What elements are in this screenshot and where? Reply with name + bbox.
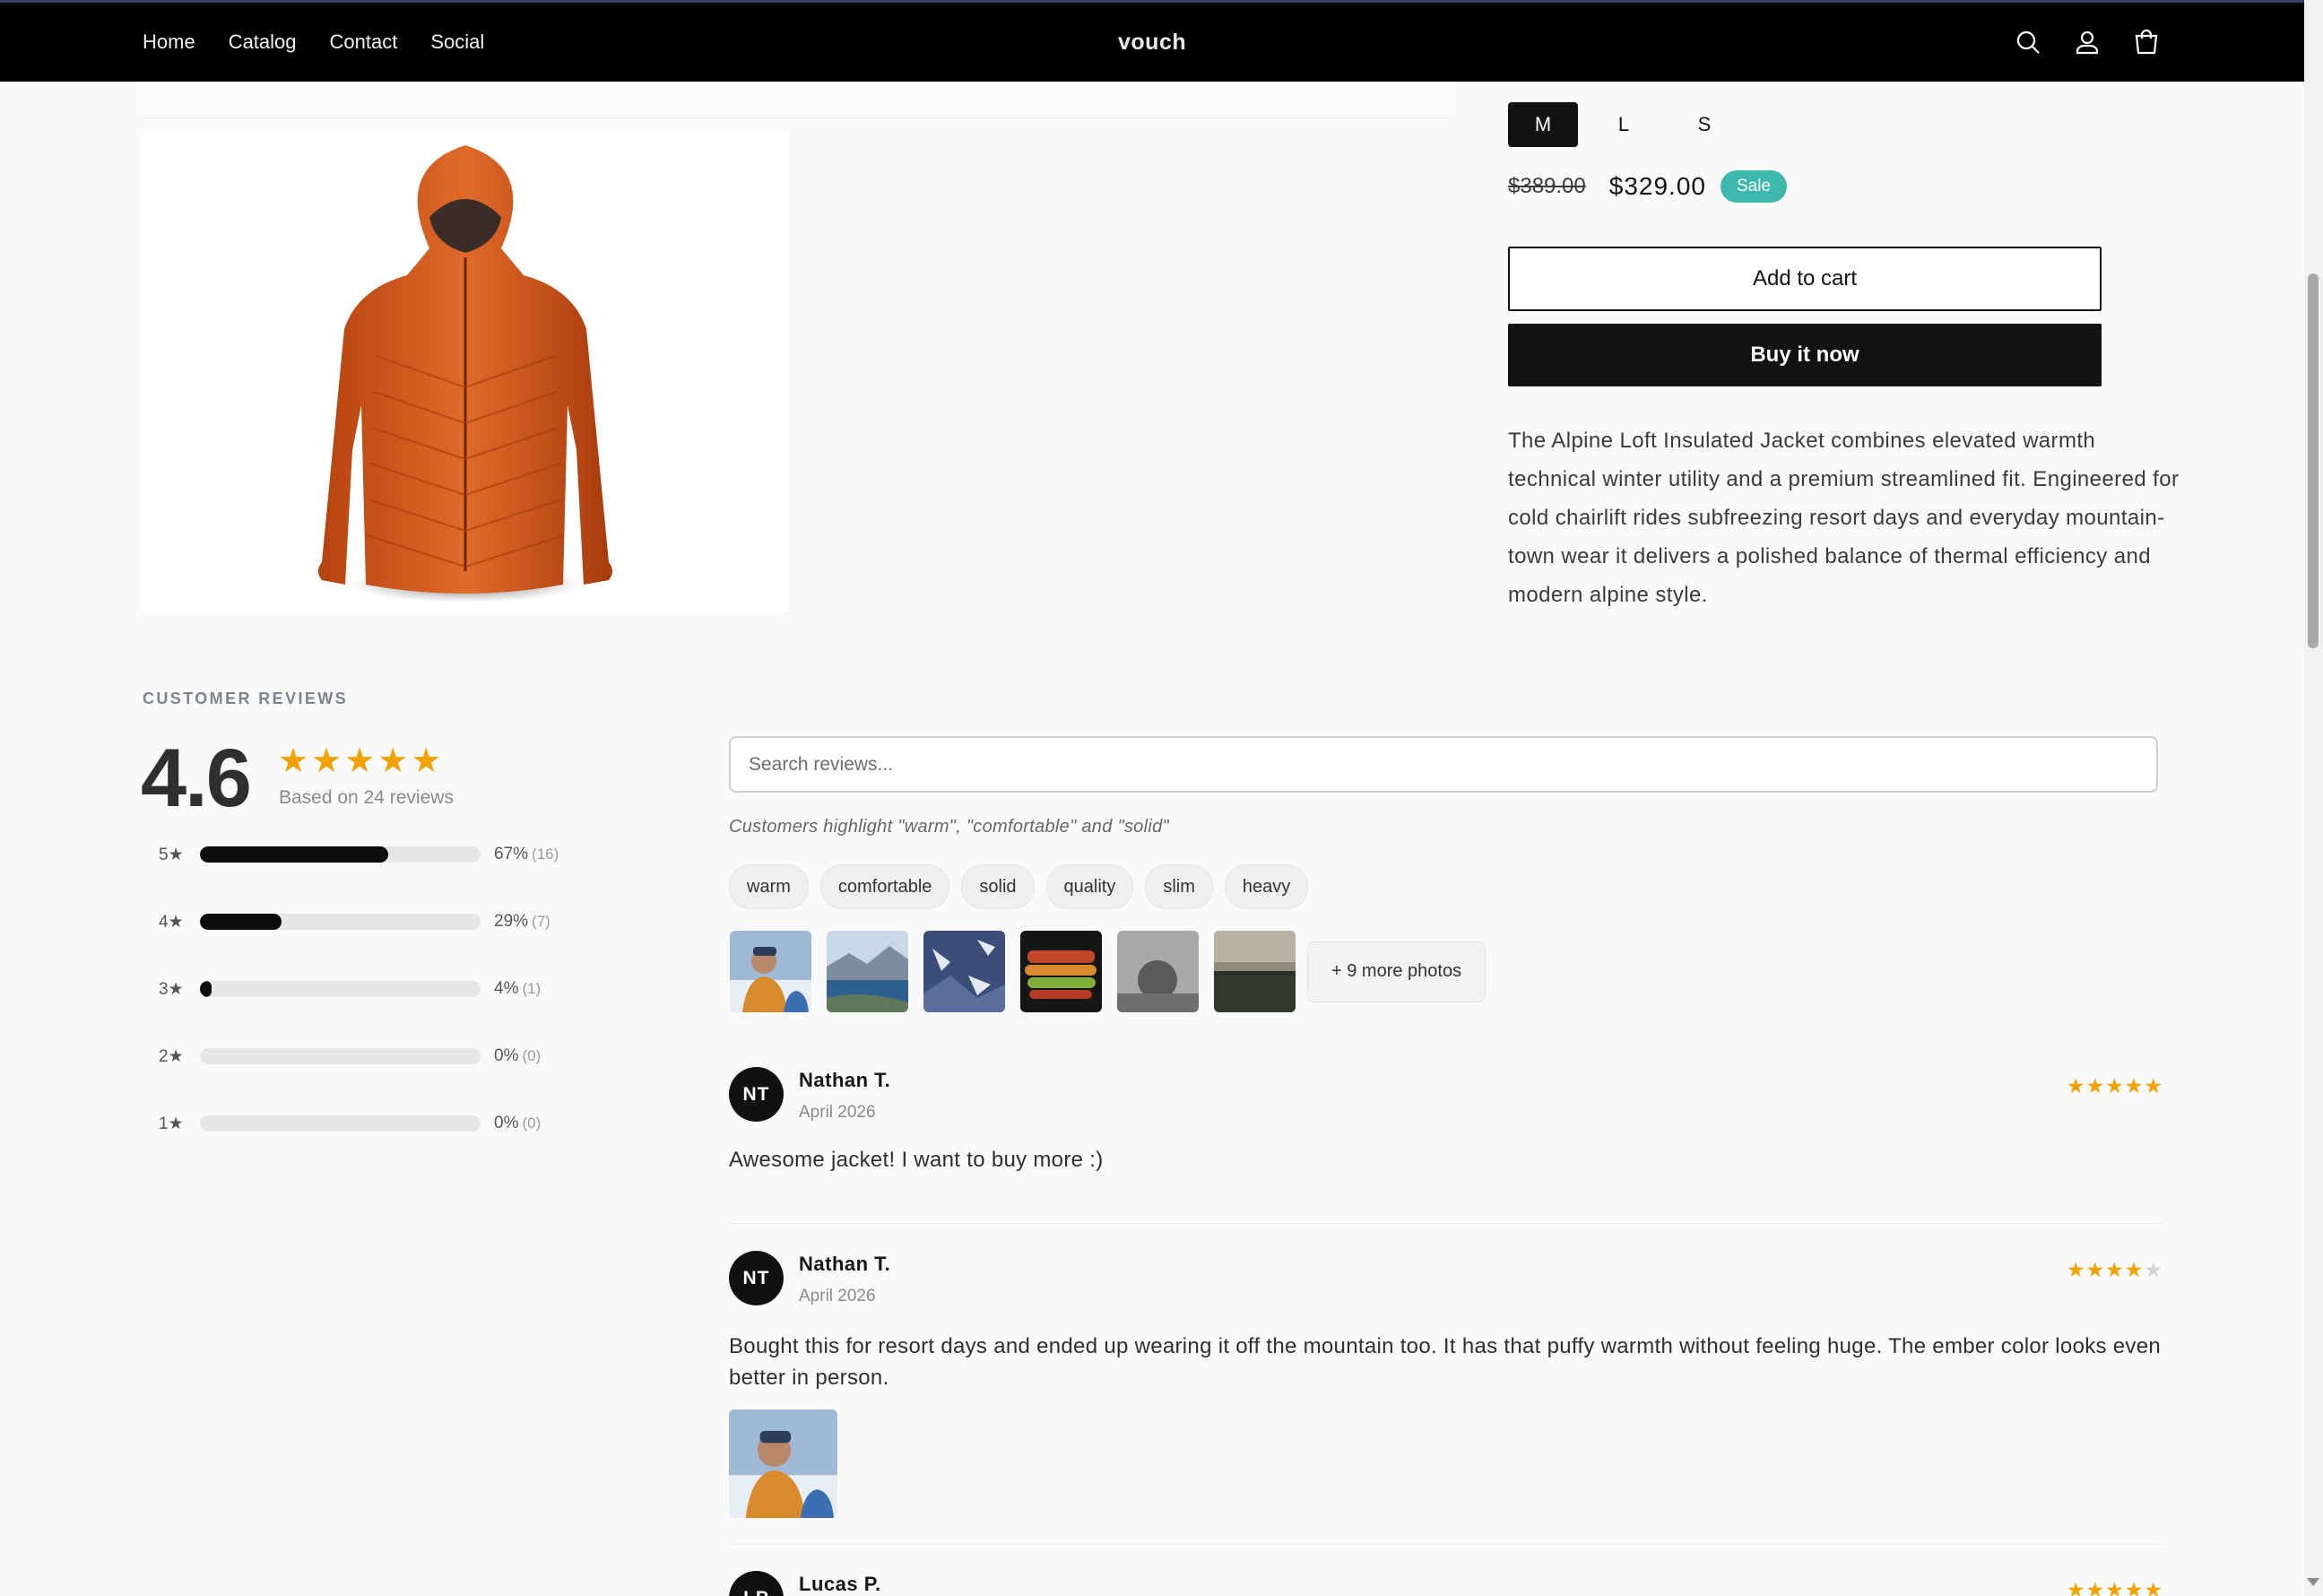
histogram-row-2[interactable]: 2★ 0% (0) [159, 1043, 589, 1070]
histogram-percent: 67% (16) [494, 845, 559, 863]
product-description: The Alpine Loft Insulated Jacket combine… [1508, 429, 2180, 607]
histogram-bar [200, 981, 481, 997]
review-divider [729, 1223, 2163, 1224]
review-item: NT Nathan T. April 2026 ★★★★★ Bought thi… [729, 1251, 2163, 1520]
review-highlight-summary: Customers highlight "warm", "comfortable… [729, 817, 1169, 837]
nav-catalog-link[interactable]: Catalog [229, 30, 297, 54]
nav-contact-link[interactable]: Contact [330, 30, 398, 54]
histogram-fill [200, 981, 212, 997]
cart-icon[interactable] [2132, 28, 2161, 56]
histogram-label: 4★ [159, 912, 184, 932]
review-keyword-tags: warm comfortable solid quality slim heav… [729, 864, 1309, 909]
review-divider [729, 1544, 2163, 1545]
reviewer-name: Lucas P. [799, 1573, 881, 1595]
histogram-label: 2★ [159, 1046, 184, 1066]
histogram-count: (0) [522, 1047, 542, 1064]
tag-heavy[interactable]: heavy [1224, 864, 1309, 909]
histogram-label: 1★ [159, 1114, 184, 1133]
search-icon[interactable] [2014, 28, 2042, 56]
review-date: April 2026 [799, 1103, 876, 1122]
histogram-label: 3★ [159, 979, 184, 999]
review-photo-attachment[interactable] [729, 1410, 837, 1518]
review-stars-icon: ★★★★★ [2066, 1258, 2163, 1281]
scroll-down-arrow-icon[interactable] [2307, 1578, 2319, 1586]
sale-badge: Sale [1720, 170, 1788, 203]
search-reviews-input[interactable] [729, 736, 2158, 793]
review-count: Based on 24 reviews [279, 787, 454, 808]
tag-slim[interactable]: slim [1145, 864, 1213, 909]
review-item: NT Nathan T. April 2026 ★★★★★ Awesome ja… [729, 1067, 2163, 1175]
price-sale: $329.00 [1608, 172, 1706, 200]
tag-solid[interactable]: solid [961, 864, 1035, 909]
review-photo-thumbnail[interactable] [1117, 931, 1199, 1012]
average-rating: 4.6 [141, 733, 252, 824]
review-item: LP Lucas P. ★★★★★ [729, 1571, 2163, 1596]
more-photos-button[interactable]: + 9 more photos [1307, 941, 1487, 1002]
histogram-fill [200, 914, 282, 930]
account-icon[interactable] [2073, 28, 2102, 56]
histogram-row-1[interactable]: 1★ 0% (0) [159, 1110, 589, 1137]
review-photo-thumbnail[interactable] [730, 931, 811, 1012]
header-icons [2014, 3, 2161, 82]
avatar: LP [729, 1571, 784, 1596]
reviewer-name: Nathan T. [799, 1253, 891, 1275]
histogram-count: (7) [532, 913, 550, 930]
tag-warm[interactable]: warm [729, 864, 809, 909]
review-text: Bought this for resort days and ended up… [729, 1334, 2162, 1390]
review-photo-thumbnail[interactable] [827, 931, 908, 1012]
review-text: Awesome jacket! I want to buy more :) [729, 1148, 1104, 1172]
price-block: $389.00 $329.00 Sale [1508, 170, 1788, 203]
histogram-fill [200, 846, 388, 863]
histogram-bar [200, 846, 481, 863]
histogram-row-3[interactable]: 3★ 4% (1) [159, 976, 589, 1002]
main-nav: Home Catalog Contact Social [143, 3, 484, 82]
media-gallery-edge [143, 83, 1452, 118]
tag-quality[interactable]: quality [1045, 864, 1134, 909]
histogram-percent: 0% (0) [494, 1046, 542, 1065]
tag-comfortable[interactable]: comfortable [819, 864, 950, 909]
size-option-s[interactable]: S [1669, 102, 1739, 147]
review-photo-strip: + 9 more photos [730, 931, 1487, 1012]
price-original: $389.00 [1508, 174, 1586, 198]
size-option-m[interactable]: M [1508, 102, 1578, 147]
histogram-row-4[interactable]: 4★ 29% (7) [159, 908, 589, 935]
reviewer-name: Nathan T. [799, 1069, 891, 1091]
review-photo-thumbnail[interactable] [923, 931, 1005, 1012]
histogram-count: (0) [522, 1115, 542, 1132]
review-stars-icon: ★★★★★ [2066, 1578, 2163, 1596]
add-to-cart-button[interactable]: Add to cart [1508, 247, 2102, 311]
histogram-count: (1) [522, 980, 542, 997]
avatar: NT [729, 1251, 784, 1305]
reviews-section-title: CUSTOMER REVIEWS [143, 690, 349, 707]
histogram-percent: 0% (0) [494, 1114, 542, 1132]
product-image-jacket[interactable] [143, 132, 788, 612]
histogram-percent: 29% (7) [494, 912, 550, 931]
avatar: NT [729, 1067, 784, 1122]
histogram-bar [200, 914, 481, 930]
histogram-row-5[interactable]: 5★ 67% (16) [159, 841, 589, 868]
nav-social-link[interactable]: Social [430, 30, 484, 54]
review-date: April 2026 [799, 1287, 876, 1305]
size-option-l[interactable]: L [1589, 102, 1659, 147]
histogram-bar [200, 1048, 481, 1064]
nav-home-link[interactable]: Home [143, 30, 195, 54]
histogram-count: (16) [532, 846, 559, 863]
review-photo-thumbnail[interactable] [1214, 931, 1296, 1012]
histogram-bar [200, 1115, 481, 1132]
review-stars-icon: ★★★★★ [2066, 1074, 2163, 1097]
size-selector: M L S [1508, 102, 1750, 147]
review-photo-thumbnail[interactable] [1020, 931, 1102, 1012]
site-header: Home Catalog Contact Social vouch [0, 3, 2304, 82]
scrollbar-thumb[interactable] [2308, 273, 2319, 648]
scrollbar-track[interactable] [2304, 0, 2323, 1596]
histogram-label: 5★ [159, 845, 184, 864]
histogram-percent: 4% (1) [494, 979, 542, 998]
buy-now-button[interactable]: Buy it now [1508, 324, 2102, 386]
brand-logo[interactable]: vouch [1118, 3, 1186, 82]
average-stars-icon: ★★★★★ [278, 742, 445, 780]
